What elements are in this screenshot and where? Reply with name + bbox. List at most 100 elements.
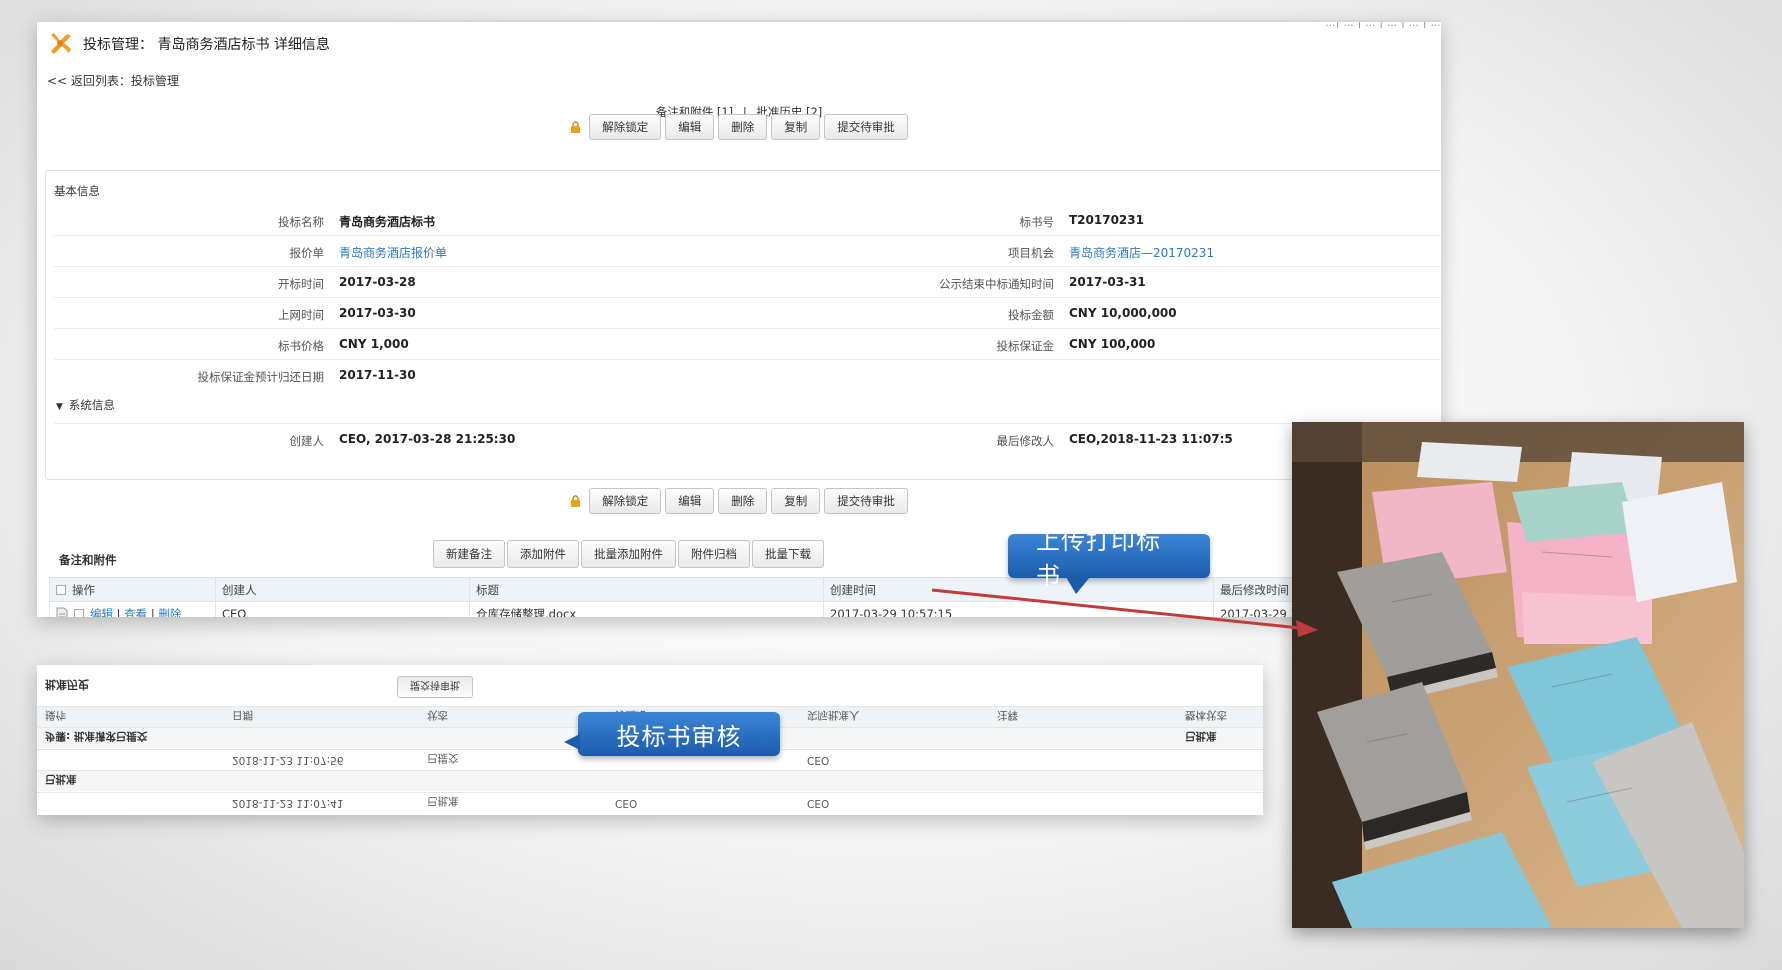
row-delete-link[interactable]: 删除 (158, 607, 181, 618)
select-all-checkbox[interactable] (56, 585, 66, 595)
row-checkbox[interactable] (74, 609, 84, 617)
batch-add-attachment-button[interactable]: 批量添加附件 (581, 540, 676, 568)
notice-date-value: 2017-03-31 (1069, 275, 1146, 289)
history-row: 2018-11-23 11:07:41 已批准 CEO CEO (37, 792, 1263, 813)
created-by-value: CEO, 2017-03-28 21:25:30 (339, 432, 516, 446)
unlock-button[interactable]: 解除锁定 (589, 114, 662, 140)
history-step-row: 已批准 (37, 770, 1263, 791)
bid-amount-value: CNY 10,000,000 (1069, 306, 1177, 320)
field-label: 标书价格 (278, 339, 324, 353)
field-label: 上网时间 (278, 308, 324, 322)
opening-date-value: 2017-03-28 (339, 275, 416, 289)
page-header: 投标管理： 青岛商务酒店标书 详细信息 (47, 30, 330, 58)
top-nav-fragment: …| … | … | … | … | … (1325, 20, 1441, 29)
edit-button[interactable]: 编辑 (665, 488, 715, 514)
history-assignee: CEO (615, 797, 638, 809)
unlock-button[interactable]: 解除锁定 (589, 488, 662, 514)
bid-name-value: 青岛商务酒店标书 (339, 215, 436, 229)
history-title: 批准历史 (45, 678, 89, 691)
col-action: 操作 (45, 709, 66, 721)
field-label: 投标保证金预计归还日期 (197, 370, 325, 384)
field-label: 项目机会 (1008, 246, 1054, 260)
field-label: 公示结束中标通知时间 (939, 277, 1054, 291)
history-status: 已提交 (427, 752, 459, 764)
field-label: 开标时间 (278, 277, 324, 291)
history-step-label: 已批准 (45, 773, 77, 785)
add-attachment-button[interactable]: 添加附件 (507, 540, 579, 568)
bid-number-value: T20170231 (1069, 213, 1144, 227)
notes-table: 操作 创建人 标题 创建时间 最后修改时间 编辑 | 查看 | 删除 CEO 仓… (49, 577, 1441, 617)
submit-for-approval-button[interactable]: 提交待审批 (824, 114, 908, 140)
delete-button[interactable]: 删除 (718, 114, 768, 140)
row-view-link[interactable]: 查看 (124, 607, 147, 618)
collapse-triangle-icon: ▼ (56, 402, 63, 412)
table-header-row: 操作 创建人 标题 创建时间 最后修改时间 (49, 577, 1441, 602)
field-row: 投标保证金预计归还日期 2017-11-30 (54, 360, 1441, 391)
history-approver: CEO (807, 797, 830, 809)
deposit-value: CNY 100,000 (1069, 337, 1156, 351)
field-row: 报价单 青岛商务酒店报价单 项目机会 青岛商务酒店—20170231 (54, 236, 1441, 267)
field-label: 投标金额 (1008, 308, 1054, 322)
row-title-link[interactable]: 仓库存储整理.docx (469, 601, 824, 617)
notes-toolbar: 新建备注 添加附件 批量添加附件 附件归档 批量下载 (433, 540, 824, 568)
history-overall-status: 已批准 (1185, 730, 1217, 742)
system-info-title: 系统信息 (68, 398, 115, 412)
printed-bid-documents-photo (1292, 422, 1744, 928)
row-actions-cell: 编辑 | 查看 | 删除 (49, 601, 216, 618)
modified-by-value: CEO,2018-11-23 11:07:5 (1069, 432, 1233, 446)
field-label: 标书号 (1019, 215, 1055, 229)
col-actual-approver: 实际批准人 (807, 709, 860, 721)
history-status: 已批准 (427, 795, 459, 807)
system-info-row: 创建人 CEO, 2017-03-28 21:25:30 最后修改人 CEO,2… (54, 423, 1441, 454)
back-to-list-link[interactable]: << 返回列表：投标管理 (47, 72, 179, 89)
new-note-button[interactable]: 新建备注 (433, 540, 505, 568)
field-label: 创建人 (289, 434, 325, 448)
quote-link[interactable]: 青岛商务酒店报价单 (339, 244, 447, 261)
doc-price-value: CNY 1,000 (339, 337, 409, 351)
lock-icon (571, 121, 581, 133)
col-title: 标题 (469, 577, 824, 602)
col-actions: 操作 (49, 577, 216, 602)
bid-documents-image (1292, 422, 1744, 928)
col-comments: 注释 (997, 709, 1018, 721)
field-row: 开标时间 2017-03-28 公示结束中标通知时间 2017-03-31 (54, 267, 1441, 298)
notes-section-title: 备注和附件 (59, 553, 117, 567)
copy-button[interactable]: 复制 (771, 488, 821, 514)
bid-detail-screenshot: …| … | … | … | … | … 投标管理： 青岛商务酒店标书 详细信息… (37, 20, 1441, 617)
copy-button[interactable]: 复制 (771, 114, 821, 140)
upload-callout: 上传打印标书 (1008, 527, 1210, 594)
document-icon (56, 607, 68, 617)
field-label: 投标名称 (278, 215, 324, 229)
col-date: 日期 (232, 709, 253, 721)
review-callout: 投标书审核 (564, 712, 780, 756)
basic-info-section: 基本信息 投标名称 青岛商务酒店标书 标书号 T20170231 报价单 青岛商… (45, 170, 1441, 480)
field-row: 标书价格 CNY 1,000 投标保证金 CNY 100,000 (54, 329, 1441, 360)
system-info-toggle[interactable]: ▼ 系统信息 (56, 397, 115, 413)
lock-icon (571, 495, 581, 507)
top-action-bar: 解除锁定 编辑 删除 复制 提交待审批 (37, 114, 1441, 140)
row-created: 2017-03-29 10:57:15 (823, 601, 1214, 617)
edit-button[interactable]: 编辑 (665, 114, 715, 140)
batch-download-button[interactable]: 批量下载 (752, 540, 824, 568)
col-overall-status: 整体状态 (1185, 709, 1227, 721)
field-label: 投标保证金 (996, 339, 1055, 353)
field-label: 报价单 (289, 246, 325, 260)
field-row: 上网时间 2017-03-30 投标金额 CNY 10,000,000 (54, 298, 1441, 329)
table-row: 编辑 | 查看 | 删除 CEO 仓库存储整理.docx 2017-03-29 … (49, 601, 1441, 618)
submit-approval-button[interactable]: 提交待审批 (397, 676, 473, 698)
page-title: 投标管理： 青岛商务酒店标书 详细信息 (83, 37, 330, 53)
basic-info-title: 基本信息 (54, 184, 100, 198)
row-creator: CEO (215, 601, 470, 617)
online-date-value: 2017-03-30 (339, 306, 416, 320)
submit-for-approval-button[interactable]: 提交待审批 (824, 488, 908, 514)
opportunity-link[interactable]: 青岛商务酒店—20170231 (1069, 244, 1214, 261)
row-edit-link[interactable]: 编辑 (90, 607, 113, 618)
history-approver: CEO (807, 754, 830, 766)
history-date: 2018-11-23 11:07:41 (232, 797, 344, 809)
field-label: 最后修改人 (996, 434, 1055, 448)
archive-attachment-button[interactable]: 附件归档 (678, 540, 750, 568)
app-logo-icon (51, 33, 71, 54)
delete-button[interactable]: 删除 (718, 488, 768, 514)
history-date: 2018-11-23 11:07:56 (232, 754, 344, 766)
bottom-action-bar: 解除锁定 编辑 删除 复制 提交待审批 (37, 488, 1441, 514)
